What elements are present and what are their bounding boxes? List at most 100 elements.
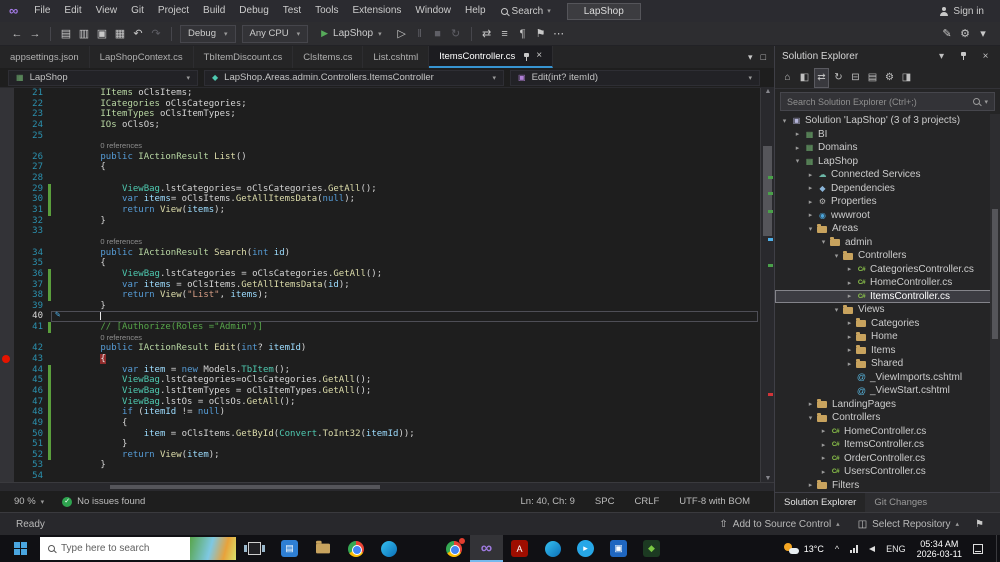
- code-editor[interactable]: 21 IItems oClsItems; 22 ICategories oClsC…: [0, 88, 774, 482]
- breakpoint-margin[interactable]: [0, 322, 14, 333]
- breakpoint-margin[interactable]: [0, 354, 14, 365]
- breakpoint-margin[interactable]: [0, 439, 14, 450]
- properties-icon[interactable]: ⚙: [882, 69, 897, 87]
- menu-item-view[interactable]: View: [89, 0, 125, 22]
- tree-item-solution-lapshop-3-of-3-projects[interactable]: ▾ ▣ Solution 'LapShop' (3 of 3 projects): [775, 114, 1000, 128]
- code-line[interactable]: 39 }: [0, 300, 774, 312]
- breakpoint-margin[interactable]: [0, 332, 14, 344]
- tree-item-properties[interactable]: ▸ ⚙ Properties: [775, 195, 1000, 209]
- navigate-backward-icon[interactable]: ←: [8, 23, 26, 45]
- new-file-icon[interactable]: ▤: [57, 23, 75, 45]
- scroll-down-icon[interactable]: ▼: [761, 475, 774, 482]
- settings-icon[interactable]: ⚙: [956, 23, 974, 45]
- solution-name-box[interactable]: LapShop: [566, 2, 641, 20]
- code-line[interactable]: 51 }: [0, 439, 774, 450]
- code-line[interactable]: 24 IOs oClsOs;: [0, 119, 774, 131]
- collapse-all-icon[interactable]: ⊟: [848, 69, 863, 87]
- taskbar-app-sticky-app[interactable]: ◆: [635, 535, 668, 562]
- code-line[interactable]: 35 {: [0, 258, 774, 269]
- code-line[interactable]: 33: [0, 226, 774, 237]
- scrollbar-thumb[interactable]: [110, 485, 380, 489]
- tree-item-itemscontroller-cs[interactable]: ▸ C# ItemsController.cs: [775, 289, 1000, 303]
- tree-item-admin[interactable]: ▾ admin: [775, 236, 1000, 250]
- code-line[interactable]: 53 }: [0, 460, 774, 472]
- document-health-indicator[interactable]: ✓ No issues found: [62, 496, 145, 507]
- breakpoint-margin[interactable]: [0, 279, 14, 291]
- tab-clsitems-cs[interactable]: ClsItems.cs: [293, 46, 364, 68]
- tree-item-homecontroller-cs[interactable]: ▸ C# HomeController.cs: [775, 276, 1000, 290]
- breakpoint-margin[interactable]: [0, 268, 14, 280]
- solution-explorer-search[interactable]: Search Solution Explorer (Ctrl+;) ▾: [780, 92, 995, 111]
- taskbar-app-chrome[interactable]: [339, 535, 372, 562]
- breakpoint-margin[interactable]: [0, 141, 14, 152]
- scrollbar-thumb[interactable]: [763, 146, 772, 236]
- editor-vertical-scrollbar[interactable]: ▲ ▼: [760, 88, 774, 482]
- code-line[interactable]: 37 var items = oClsItems.GetAllItemsData…: [0, 279, 774, 291]
- tree-item-ordercontroller-cs[interactable]: ▸ C# OrderController.cs: [775, 452, 1000, 466]
- search-highlight-image[interactable]: [190, 537, 236, 560]
- chevron-collapsed-icon[interactable]: ▸: [805, 198, 816, 206]
- float-window-icon[interactable]: □: [761, 52, 766, 62]
- code-line[interactable]: 30 var items= oClsItems.GetAllItemsData(…: [0, 194, 774, 206]
- select-repository-button[interactable]: ◫ Select Repository ▴: [858, 519, 959, 530]
- tab-list-cshtml[interactable]: List.cshtml: [363, 46, 430, 68]
- encoding-indicator[interactable]: UTF-8 with BOM: [679, 496, 750, 507]
- tree-item-homecontroller-cs[interactable]: ▸ C# HomeController.cs: [775, 425, 1000, 439]
- open-file-icon[interactable]: ▥: [75, 23, 93, 45]
- tree-item-connected-services[interactable]: ▸ ☁ Connected Services: [775, 168, 1000, 182]
- task-view-button[interactable]: [244, 542, 265, 555]
- tree-item-dependencies[interactable]: ▸ ◆ Dependencies: [775, 182, 1000, 196]
- breadcrumb-type-dropdown[interactable]: ◆ LapShop.Areas.admin.Controllers.ItemsC…: [204, 69, 504, 86]
- chevron-collapsed-icon[interactable]: ▸: [792, 130, 803, 138]
- breakpoint-margin[interactable]: [0, 236, 14, 248]
- stop-icon[interactable]: ■: [429, 23, 447, 45]
- chevron-collapsed-icon[interactable]: ▸: [844, 292, 855, 300]
- bookmark-icon[interactable]: ⚑: [532, 23, 550, 45]
- breakpoint-margin[interactable]: [0, 119, 14, 131]
- language-indicator[interactable]: ENG: [886, 544, 906, 554]
- taskbar-app-edge-running[interactable]: [536, 535, 569, 562]
- menu-item-git[interactable]: Git: [124, 0, 151, 22]
- chevron-collapsed-icon[interactable]: ▸: [805, 211, 816, 219]
- taskbar-app-acrobat[interactable]: A: [503, 535, 536, 562]
- break-all-icon[interactable]: ‖: [411, 23, 429, 45]
- code-line[interactable]: 54: [0, 471, 774, 482]
- breakpoint-margin[interactable]: [0, 205, 14, 216]
- breakpoint-margin[interactable]: [0, 364, 14, 376]
- breakpoint-margin[interactable]: [0, 311, 14, 323]
- taskbar-app-edge[interactable]: [372, 535, 405, 562]
- breakpoint-margin[interactable]: [0, 343, 14, 355]
- breakpoint-margin[interactable]: [0, 88, 14, 99]
- chevron-collapsed-icon[interactable]: ▸: [844, 319, 855, 327]
- breakpoint-margin[interactable]: [0, 130, 14, 142]
- panel-tab-solution-explorer[interactable]: Solution Explorer: [775, 493, 866, 512]
- tab-tbitemdiscount-cs[interactable]: TbItemDiscount.cs: [194, 46, 294, 68]
- breakpoint-margin[interactable]: [0, 183, 14, 195]
- code-line[interactable]: 49 {: [0, 417, 774, 429]
- code-line[interactable]: 32 }: [0, 215, 774, 227]
- menu-item-test[interactable]: Test: [276, 0, 308, 22]
- menu-item-window[interactable]: Window: [408, 0, 458, 22]
- breakpoint-margin[interactable]: [0, 300, 14, 312]
- breakpoint-margin[interactable]: [0, 98, 14, 110]
- pin-icon[interactable]: [523, 52, 530, 61]
- code-line[interactable]: 21 IItems oClsItems;: [0, 88, 774, 99]
- breakpoint-indicator[interactable]: [2, 355, 10, 364]
- code-line[interactable]: 41 // [Authorize(Roles ="Admin")]: [0, 322, 774, 333]
- taskbar-app-photos[interactable]: ▣: [602, 535, 635, 562]
- show-all-files-icon[interactable]: ▤: [865, 69, 880, 87]
- code-line[interactable]: 45 ViewBag.lstCategories=oClsCategories.…: [0, 375, 774, 386]
- menu-item-debug[interactable]: Debug: [232, 0, 275, 22]
- more-edit-icon[interactable]: ⋯: [550, 23, 568, 45]
- hidden-icons-chevron[interactable]: ^: [835, 544, 839, 554]
- chevron-expanded-icon[interactable]: ▾: [805, 414, 816, 422]
- switch-views-icon[interactable]: ◧: [797, 69, 812, 87]
- taskbar-app-visual-studio[interactable]: ∞: [470, 535, 503, 562]
- codelens-row[interactable]: 0 references: [0, 236, 774, 248]
- add-to-source-control-button[interactable]: ⇧ Add to Source Control ▴: [719, 519, 839, 530]
- breakpoint-margin[interactable]: [0, 471, 14, 482]
- tree-item-items[interactable]: ▸ Items: [775, 344, 1000, 358]
- navigate-forward-icon[interactable]: →: [26, 23, 44, 45]
- scroll-up-icon[interactable]: ▲: [761, 88, 774, 95]
- code-line[interactable]: 46 ViewBag.lstItemTypes = oClsItemTypes.…: [0, 385, 774, 397]
